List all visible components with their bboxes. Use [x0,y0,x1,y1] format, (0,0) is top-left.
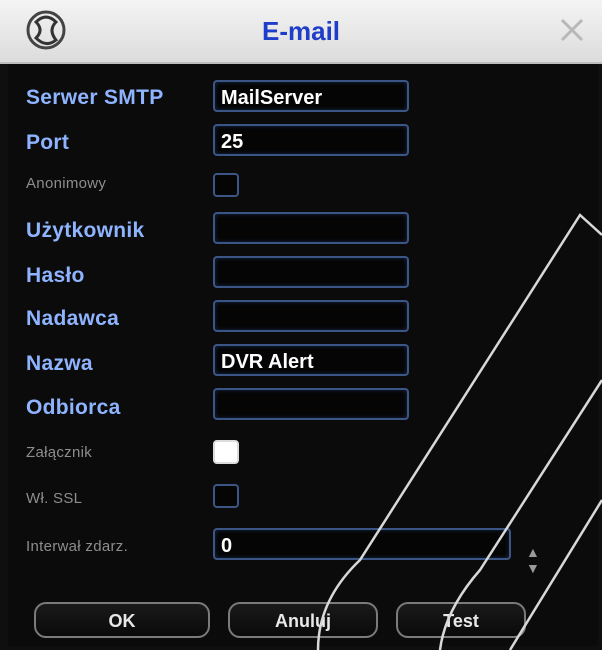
smtp-server-label: Serwer SMTP [26,86,164,109]
recipient-label: Odbiorca [26,396,121,419]
username-label: Użytkownik [26,219,145,242]
event-interval-input[interactable]: 0 [213,528,511,560]
port-label: Port [26,131,70,154]
sender-label: Nadawca [26,307,120,330]
window-title: E-mail [261,16,341,46]
title-bar: E-mail [0,0,602,64]
ssl-checkbox[interactable] [213,484,239,508]
port-input[interactable]: 25 [213,124,409,156]
spinner-arrow-icon[interactable]: ▲ ▼ [526,544,540,576]
ok-button[interactable]: OK [34,602,210,638]
username-input[interactable] [213,212,409,244]
event-interval-label: Interwał zdarz. [26,538,129,555]
password-input[interactable] [213,256,409,288]
anonymous-label: Anonimowy [26,175,107,192]
anonymous-checkbox[interactable] [213,173,239,197]
cancel-button[interactable]: Anuluj [228,602,378,638]
attachment-label: Załącznik [26,444,93,461]
name-label: Nazwa [26,352,93,375]
smtp-server-input[interactable]: MailServer [213,80,409,112]
password-label: Hasło [26,264,85,287]
attachment-checkbox[interactable] [213,440,239,464]
test-button[interactable]: Test [396,602,526,638]
sender-input[interactable] [213,300,409,332]
close-icon[interactable] [556,14,588,46]
ssl-label: Wł. SSL [26,490,83,507]
name-input[interactable]: DVR Alert [213,344,409,376]
recipient-input[interactable] [213,388,409,420]
